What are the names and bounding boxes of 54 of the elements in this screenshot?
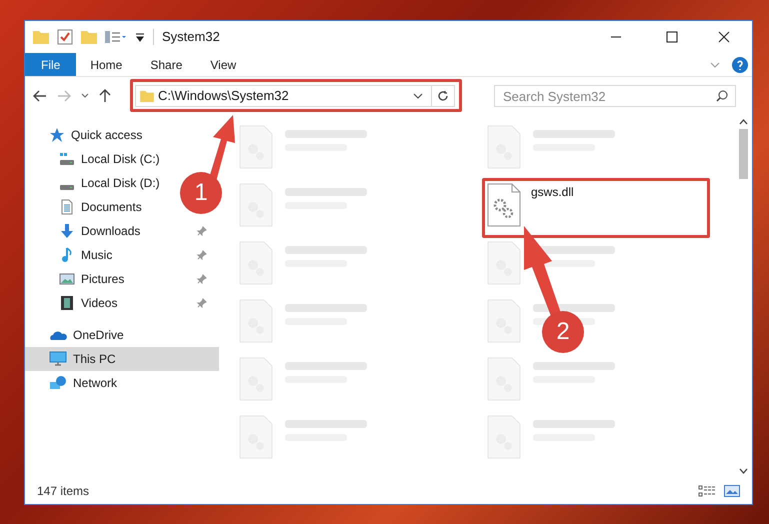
sidebar-item[interactable]: Pictures bbox=[25, 267, 219, 291]
star-icon bbox=[49, 127, 65, 143]
thumbnail-view-icon[interactable] bbox=[724, 485, 740, 497]
checklist-icon[interactable] bbox=[57, 29, 73, 45]
address-path: C:\Windows\System32 bbox=[158, 87, 289, 106]
sidebar-item[interactable]: OneDrive bbox=[25, 323, 128, 347]
file-name[interactable]: gsws.dll bbox=[531, 183, 574, 201]
chevron-icon[interactable] bbox=[710, 62, 720, 68]
sidebar-item[interactable]: Network bbox=[25, 371, 122, 395]
recent-caret-icon[interactable] bbox=[81, 93, 89, 99]
dropdown-caret-icon[interactable] bbox=[413, 93, 423, 99]
ribbon-tab[interactable]: Home bbox=[76, 53, 136, 76]
download-arrow-icon bbox=[59, 223, 75, 239]
sidebar-item[interactable]: Videos bbox=[25, 291, 219, 315]
picture-icon bbox=[59, 271, 75, 287]
item-count: 147 items bbox=[37, 483, 90, 500]
sidebar-item[interactable]: Quick access bbox=[25, 123, 146, 147]
pin-icon[interactable] bbox=[197, 250, 207, 260]
search-icon bbox=[716, 90, 728, 102]
properties-icon[interactable] bbox=[105, 30, 127, 44]
back-arrow-icon[interactable] bbox=[33, 90, 47, 102]
sidebar-item[interactable]: Downloads bbox=[25, 219, 219, 243]
refresh-icon[interactable] bbox=[437, 90, 449, 102]
sidebar-item[interactable]: Music bbox=[25, 243, 219, 267]
drive-icon bbox=[59, 151, 75, 167]
scroll-thumb[interactable] bbox=[739, 129, 748, 179]
pin-icon[interactable] bbox=[197, 274, 207, 284]
pin-icon[interactable] bbox=[197, 298, 207, 308]
pin-icon[interactable] bbox=[197, 226, 207, 236]
sidebar-item[interactable]: Local Disk (C:) bbox=[25, 147, 164, 171]
scroll-up-icon[interactable] bbox=[739, 119, 748, 125]
up-arrow-icon[interactable] bbox=[99, 89, 111, 103]
folder-icon bbox=[140, 90, 154, 102]
sidebar-item[interactable]: Documents bbox=[25, 195, 146, 219]
scroll-down-icon[interactable] bbox=[739, 468, 748, 474]
customize-arrow-icon[interactable] bbox=[135, 32, 145, 42]
details-view-icon[interactable] bbox=[698, 485, 716, 497]
drive-icon bbox=[59, 184, 75, 190]
maximize-icon[interactable] bbox=[666, 31, 678, 43]
document-icon bbox=[59, 199, 75, 215]
film-icon bbox=[59, 295, 75, 311]
sidebar-item[interactable]: This PC bbox=[25, 347, 219, 371]
help-icon[interactable] bbox=[732, 56, 748, 72]
close-icon[interactable] bbox=[718, 31, 730, 43]
sidebar-item[interactable]: Local Disk (D:) bbox=[25, 171, 164, 195]
search-field[interactable]: Search System32 bbox=[494, 85, 736, 107]
address-bar[interactable]: C:\Windows\System32 bbox=[135, 85, 455, 107]
ribbon-tab[interactable]: Share bbox=[136, 53, 196, 76]
dll-file-icon[interactable] bbox=[487, 183, 521, 227]
ribbon-tab[interactable]: View bbox=[196, 53, 250, 76]
ribbon-tab[interactable]: File bbox=[25, 53, 76, 76]
network-icon bbox=[49, 375, 67, 391]
monitor-icon bbox=[49, 351, 67, 367]
window-title: System32 bbox=[162, 28, 220, 46]
